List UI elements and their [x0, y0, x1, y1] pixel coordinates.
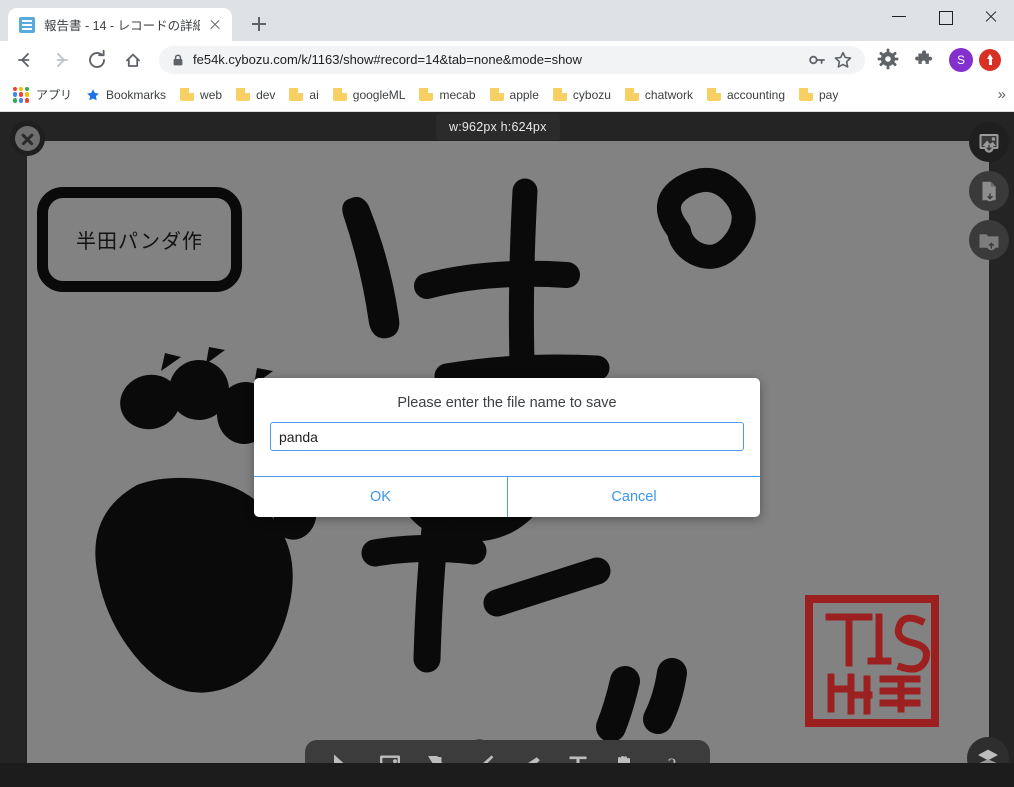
canvas-size-badge: w:962px h:624px: [436, 114, 560, 140]
minimize-icon[interactable]: [876, 0, 922, 33]
folder-icon: [236, 88, 251, 101]
folder-icon: [552, 88, 567, 101]
text-tool[interactable]: [561, 744, 595, 784]
folder-icon: [180, 88, 195, 101]
image-tool[interactable]: [373, 744, 407, 784]
bookmark-label: ai: [309, 87, 319, 102]
bookmark-item-dev[interactable]: dev: [229, 83, 282, 107]
dialog-buttons: OK Cancel: [254, 476, 760, 517]
forward-arrow-icon[interactable]: [47, 46, 75, 74]
hand-tool[interactable]: [608, 744, 642, 784]
bookmark-apps-label: アプリ: [36, 88, 73, 102]
tab-title: 報告書 - 14 - レコードの詳細: [44, 19, 200, 33]
bookmark-apps[interactable]: アプリ: [6, 83, 79, 107]
apps-grid-icon: [13, 86, 29, 103]
dialog-input-wrap: [254, 422, 760, 466]
bookmark-item-bookmarks[interactable]: Bookmarks: [79, 83, 173, 107]
address-bar[interactable]: fe54k.cybozu.com/k/1163/show#record=14&t…: [159, 45, 865, 74]
close-icon: [15, 126, 40, 151]
bookmark-label: chatwork: [644, 87, 693, 102]
gear-icon[interactable]: [875, 46, 903, 74]
shapes-tool[interactable]: [420, 744, 454, 784]
brush-tool[interactable]: [467, 744, 501, 784]
folder-icon: [624, 88, 639, 101]
select-move-tool[interactable]: [326, 744, 360, 784]
editor-toolbar-dock: ?: [305, 740, 710, 787]
bookmark-label: web: [200, 87, 223, 102]
navigation-bar: fe54k.cybozu.com/k/1163/show#record=14&t…: [0, 41, 1014, 78]
bookmark-label: dev: [256, 87, 276, 102]
cancel-button[interactable]: Cancel: [507, 477, 760, 517]
bookmark-item-apple[interactable]: apple: [483, 83, 546, 107]
save-image-icon[interactable]: [969, 122, 1009, 162]
lock-icon: [171, 53, 185, 67]
bookmark-label: cybozu: [572, 87, 611, 102]
folder-upload-icon[interactable]: [969, 220, 1009, 260]
bookmark-item-web[interactable]: web: [173, 83, 229, 107]
browser-tab[interactable]: 報告書 - 14 - レコードの詳細: [8, 8, 232, 41]
bookmark-item-mecab[interactable]: mecab: [412, 83, 482, 107]
close-icon[interactable]: [968, 0, 1014, 33]
bookmarks-overflow-icon[interactable]: »: [998, 86, 1006, 103]
folder-icon: [419, 88, 434, 101]
nameplate-text: 半田パンダ作: [76, 229, 203, 253]
bookmark-label: mecab: [439, 87, 476, 102]
folder-icon: [332, 88, 347, 101]
home-icon[interactable]: [119, 46, 147, 74]
browser-window: 報告書 - 14 - レコードの詳細 fe54k.cybozu.com/k/11…: [0, 0, 1014, 787]
folder-icon: [289, 88, 304, 101]
bookmark-item-cybozu[interactable]: cybozu: [546, 83, 618, 107]
back-arrow-icon[interactable]: [11, 46, 39, 74]
window-controls: [876, 0, 1014, 33]
help-tool[interactable]: ?: [655, 744, 689, 784]
puzzle-piece-icon[interactable]: [911, 46, 939, 74]
folder-icon: [799, 88, 813, 101]
bookmark-item-pay[interactable]: pay: [792, 83, 845, 107]
bookmark-item-chatwork[interactable]: chatwork: [618, 83, 700, 107]
bookmark-item-accounting[interactable]: accounting: [700, 83, 792, 107]
tab-close-icon[interactable]: [206, 16, 224, 34]
bookmark-item-ai[interactable]: ai: [282, 83, 325, 107]
bookmark-label: apple: [509, 87, 539, 102]
avatar[interactable]: S: [949, 47, 973, 72]
eraser-tool[interactable]: [514, 744, 548, 784]
editor-right-rail: [969, 122, 1009, 260]
bookmark-label: googleML: [352, 87, 406, 102]
nameplate-shape[interactable]: 半田パンダ作: [37, 187, 242, 292]
bookmark-label: Bookmarks: [106, 87, 167, 102]
maximize-icon[interactable]: [922, 0, 968, 33]
save-file-icon[interactable]: [969, 171, 1009, 211]
editor-close-button[interactable]: [10, 121, 45, 156]
bookmark-item-googleml[interactable]: googleML: [326, 83, 413, 107]
folder-icon: [706, 88, 721, 101]
tab-strip: 報告書 - 14 - レコードの詳細: [0, 0, 1014, 41]
bookmark-label: pay: [819, 87, 839, 102]
filename-input[interactable]: [270, 422, 744, 451]
svg-text:?: ?: [668, 755, 676, 776]
address-bar-url: fe54k.cybozu.com/k/1163/show#record=14&t…: [193, 52, 582, 67]
new-tab-button[interactable]: [245, 10, 273, 38]
layers-button[interactable]: [967, 737, 1009, 779]
folder-icon: [489, 88, 504, 101]
star-icon: [86, 88, 100, 102]
document-list-icon: [19, 16, 35, 33]
star-outline-icon[interactable]: [831, 48, 855, 72]
ok-button[interactable]: OK: [254, 477, 507, 517]
dialog-title: Please enter the file name to save: [397, 395, 617, 411]
key-icon[interactable]: [805, 48, 829, 72]
omnibox-trailing-icons: [805, 48, 855, 72]
update-arrow-icon[interactable]: [979, 48, 1001, 71]
save-file-dialog: Please enter the file name to save OK Ca…: [254, 378, 760, 517]
bookmark-label: accounting: [726, 87, 785, 102]
bookmarks-bar: アプリ Bookmarks web dev ai googleML mecab …: [0, 78, 1014, 112]
layers-icon: [978, 749, 998, 767]
reload-icon[interactable]: [83, 46, 111, 74]
